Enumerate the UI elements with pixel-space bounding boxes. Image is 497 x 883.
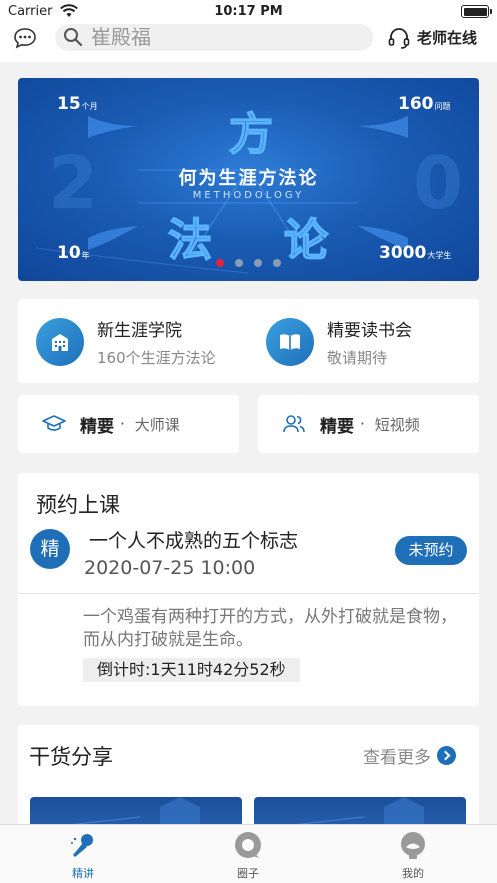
banner-stat-2: 160问题 — [398, 94, 451, 114]
search-placeholder: 崔殿福 — [91, 25, 151, 49]
short-video-link[interactable]: 精要 · 短视频 — [258, 395, 479, 453]
tab-bar: 精讲 圈子 我的 — [0, 824, 497, 883]
lesson-badge: 精 — [30, 529, 70, 569]
tab-label: 精讲 — [72, 867, 94, 880]
banner-big-char-1: 方 — [228, 108, 274, 161]
reserve-button[interactable]: 未预约 — [395, 536, 467, 565]
profile-icon — [401, 832, 425, 859]
quick-link-sep: · — [120, 415, 125, 433]
graduation-cap-icon — [42, 415, 66, 431]
booking-heading: 预约上课 — [36, 493, 120, 517]
banner-title: 何为生涯方法论 — [178, 168, 319, 189]
feature-title: 精要读书会 — [327, 321, 412, 341]
carousel-dot[interactable] — [216, 259, 224, 267]
quick-link-label: 大师课 — [134, 415, 180, 434]
feature-title: 新生涯学院 — [97, 321, 182, 341]
quick-link-sep: · — [360, 415, 365, 433]
search-input[interactable]: 崔殿福 — [55, 24, 373, 51]
carousel-dot[interactable] — [273, 259, 281, 267]
banner-carousel[interactable]: 2 0 方 法 论 何为生涯方法论 METHODOLOGY 15个月 160问题… — [18, 78, 479, 281]
view-more-label: 查看更多 — [363, 748, 431, 768]
share-heading: 干货分享 — [29, 745, 113, 769]
view-more-link[interactable]: 查看更多 — [363, 743, 456, 768]
users-icon — [283, 415, 305, 433]
tab-profile[interactable]: 我的 — [373, 831, 453, 881]
feature-subtitle: 160个生涯方法论 — [97, 349, 216, 367]
clock: 10:17 PM — [214, 4, 283, 19]
banner-subtitle: METHODOLOGY — [192, 190, 305, 201]
carousel-pagination — [18, 259, 479, 267]
battery-icon — [461, 5, 492, 18]
feature-subtitle: 敬请期待 — [327, 349, 388, 367]
message-icon[interactable] — [13, 27, 37, 49]
quick-link-strong: 精要 — [320, 416, 354, 437]
tab-label: 我的 — [402, 867, 424, 880]
building-icon — [36, 318, 84, 366]
tab-lectures[interactable]: 精讲 — [43, 831, 123, 881]
booking-card: 预约上课 精 一个人不成熟的五个标志 2020-07-25 10:00 未预约 … — [18, 473, 479, 706]
lesson-quote: 一个鸡蛋有两种打开的方式，从外打破就是食物，而从内打破就是生命。 — [83, 607, 457, 650]
master-class-link[interactable]: 精要 · 大师课 — [18, 395, 239, 453]
carousel-dot[interactable] — [254, 259, 262, 267]
feature-new-career-academy[interactable]: 新生涯学院 160个生涯方法论 — [36, 316, 216, 368]
headset-icon — [388, 27, 410, 49]
divider — [18, 593, 479, 594]
lesson-time: 2020-07-25 10:00 — [84, 557, 256, 579]
chevron-right-icon — [437, 746, 456, 765]
teacher-online-label: 老师在线 — [417, 29, 478, 47]
search-icon — [64, 28, 83, 47]
quick-link-strong: 精要 — [80, 416, 114, 437]
teacher-online-button[interactable]: 老师在线 — [387, 24, 477, 51]
lesson-title[interactable]: 一个人不成熟的五个标志 — [89, 526, 298, 553]
carousel-dot[interactable] — [235, 259, 243, 267]
book-icon — [266, 318, 314, 366]
circle-icon — [235, 832, 261, 858]
top-bar: 崔殿福 老师在线 — [0, 24, 497, 62]
tab-circle[interactable]: 圈子 — [208, 831, 288, 881]
share-section: 干货分享 查看更多 — [18, 725, 479, 837]
banner-stat-1: 15个月 — [57, 94, 98, 114]
countdown-timer: 倒计时:1天11时42分52秒 — [83, 658, 300, 682]
feature-reading-club[interactable]: 精要读书会 敬请期待 — [266, 316, 412, 368]
feature-card: 新生涯学院 160个生涯方法论 精要读书会 敬请期待 — [18, 299, 479, 383]
status-bar: Carrier 10:17 PM — [0, 0, 497, 24]
microphone-icon — [71, 834, 93, 857]
tab-label: 圈子 — [237, 867, 259, 880]
quick-link-label: 短视频 — [374, 415, 420, 434]
